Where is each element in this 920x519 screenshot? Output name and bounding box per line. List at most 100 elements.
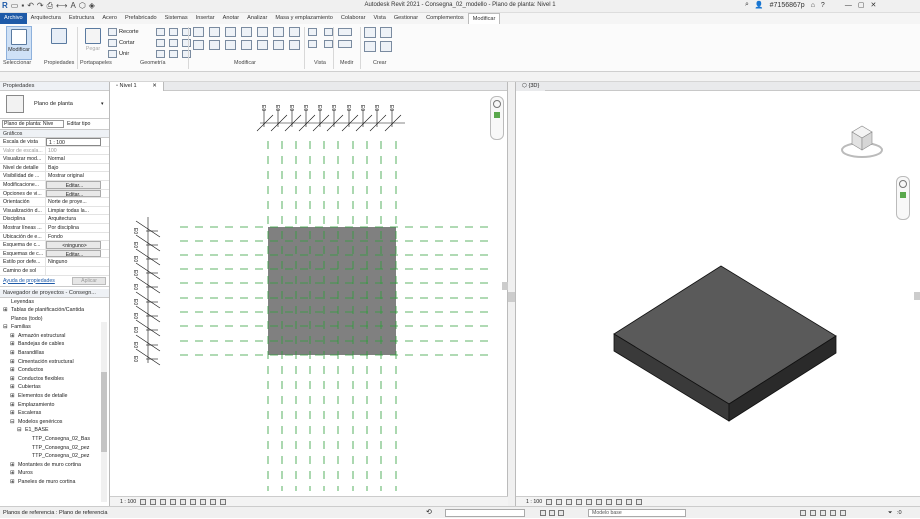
browser-item[interactable]: Planos (todo) — [0, 315, 109, 324]
offset-icon[interactable] — [209, 27, 220, 37]
copy-icon[interactable] — [209, 40, 220, 50]
property-value[interactable]: Ninguno — [46, 258, 109, 266]
edit-type-button[interactable]: Editar tipo — [67, 121, 90, 127]
view-tool-icon[interactable] — [308, 40, 317, 48]
plane-label[interactable]: E0 — [132, 327, 138, 333]
geom-tool-icon[interactable] — [156, 39, 165, 47]
browser-item[interactable]: ⊞ Conductos flexibles — [0, 375, 109, 384]
property-value[interactable]: Bajo — [46, 164, 109, 172]
detail-level-icon[interactable] — [546, 498, 553, 505]
override-icon[interactable] — [324, 28, 333, 36]
expand-icon[interactable]: ⊟ — [10, 418, 18, 427]
zoom-icon[interactable] — [494, 112, 500, 118]
select-underlay-icon[interactable] — [810, 510, 816, 516]
property-value[interactable]: Limpiar todas la... — [46, 207, 109, 215]
dimension-icon[interactable] — [338, 40, 352, 48]
move-icon[interactable] — [193, 40, 204, 50]
plane-label[interactable]: E0 — [359, 105, 365, 111]
worksets-icon[interactable] — [549, 510, 555, 516]
detail-level-icon[interactable] — [140, 498, 147, 505]
show-crop-icon[interactable] — [190, 498, 197, 505]
mirror-axis-icon[interactable] — [225, 27, 236, 37]
type-selector[interactable]: Plano de planta ▾ — [0, 91, 109, 119]
design-option-select[interactable]: Modelo base — [588, 509, 686, 517]
property-value[interactable]: 100 — [46, 147, 109, 155]
expand-icon[interactable]: ⊞ — [10, 401, 18, 410]
browser-item[interactable]: ⊟ E1_BASE — [0, 426, 109, 435]
property-value[interactable]: <ninguno> — [46, 241, 101, 249]
lock-icon[interactable] — [200, 498, 207, 505]
plane-label[interactable]: E0 — [373, 105, 379, 111]
design-options-icon[interactable] — [558, 510, 564, 516]
viewcube[interactable] — [838, 118, 886, 160]
plane-label[interactable]: E0 — [132, 242, 138, 248]
crop-icon[interactable] — [180, 498, 187, 505]
browser-item[interactable]: ⊞ Tablas de planificación/Cantida — [0, 306, 109, 315]
expand-icon[interactable]: ⊞ — [10, 469, 18, 478]
filter-icon[interactable]: ⏷ — [888, 507, 892, 519]
rotate-icon[interactable] — [225, 40, 236, 50]
property-value[interactable]: Editar... — [46, 249, 101, 258]
crop-icon[interactable] — [596, 498, 603, 505]
tab-vista[interactable]: Vista — [369, 13, 389, 24]
property-value[interactable] — [46, 267, 109, 275]
property-value[interactable]: Editar... — [46, 189, 101, 198]
browser-item[interactable]: ⊞ Barandillas — [0, 349, 109, 358]
geom-tool-icon[interactable] — [156, 50, 165, 58]
browser-item[interactable]: ⊞ Cimentación estructural — [0, 358, 109, 367]
tab-gestionar[interactable]: Gestionar — [390, 13, 422, 24]
browser-item[interactable]: ⊞ Elementos de detalle — [0, 392, 109, 401]
expand-icon[interactable]: ⊞ — [10, 383, 18, 392]
browser-item[interactable]: TTP_Consegna_02_pez — [0, 452, 109, 461]
3d-scale-label[interactable]: 1 : 100 — [526, 497, 542, 507]
plane-label[interactable]: E0 — [274, 105, 280, 111]
plane-label[interactable]: E0 — [345, 105, 351, 111]
reveal-icon[interactable] — [220, 498, 227, 505]
tab-masa-y-emplazamiento[interactable]: Masa y emplazamiento — [271, 13, 337, 24]
slab-top-face[interactable] — [613, 265, 837, 405]
shadows-icon[interactable] — [576, 498, 583, 505]
select-pinned-icon[interactable] — [820, 510, 826, 516]
browser-item[interactable]: ⊞ Paneles de muro cortina — [0, 478, 109, 487]
plane-label[interactable]: E0 — [388, 105, 394, 111]
hide-isolate-icon[interactable] — [626, 498, 633, 505]
scrollbar-thumb[interactable] — [101, 372, 107, 452]
visual-style-icon[interactable] — [556, 498, 563, 505]
property-value[interactable]: Arquitectura — [46, 215, 109, 223]
plane-label[interactable]: E0 — [330, 105, 336, 111]
browser-scrollbar[interactable] — [101, 322, 107, 502]
help-icon[interactable]: ? — [821, 2, 825, 9]
delete-icon[interactable] — [289, 40, 300, 50]
sun-path-icon[interactable] — [160, 498, 167, 505]
shadows-icon[interactable] — [170, 498, 177, 505]
select-by-face-icon[interactable] — [830, 510, 836, 516]
lock-icon[interactable] — [616, 498, 623, 505]
geom-tool-icon[interactable] — [169, 28, 178, 36]
browser-item[interactable]: ⊞ Conductos — [0, 366, 109, 375]
plane-label[interactable]: E0 — [132, 228, 138, 234]
property-value[interactable]: Normal — [46, 155, 109, 163]
browser-item[interactable]: ⊞ Muros — [0, 469, 109, 478]
geom-tool-icon[interactable] — [156, 28, 165, 36]
expand-icon[interactable]: ⊞ — [10, 409, 18, 418]
expand-icon[interactable]: ⊞ — [10, 478, 18, 487]
3d-view-tab[interactable]: ⬡ {3D} — [516, 82, 546, 91]
browser-item[interactable]: ⊞ Bandejas de cables — [0, 340, 109, 349]
expand-icon[interactable]: ⊞ — [10, 332, 18, 341]
geom-tool-icon[interactable] — [169, 50, 178, 58]
plane-label[interactable]: E0 — [288, 105, 294, 111]
expand-icon[interactable]: ⊟ — [17, 426, 25, 435]
expand-icon[interactable]: ⊞ — [10, 392, 18, 401]
zoom-icon[interactable] — [900, 192, 906, 198]
browser-item[interactable]: Leyendas — [0, 298, 109, 307]
user-icon[interactable]: 👤 — [755, 1, 764, 9]
geom-tool-icon[interactable] — [182, 50, 191, 58]
expand-icon[interactable]: ⊞ — [10, 366, 18, 375]
property-value[interactable]: Fondo — [46, 233, 109, 241]
plane-label[interactable]: E0 — [260, 105, 266, 111]
mirror-draw-icon[interactable] — [241, 27, 252, 37]
expand-icon[interactable]: ⊟ — [3, 323, 11, 332]
render-icon[interactable] — [586, 498, 593, 505]
drag-elements-icon[interactable] — [840, 510, 846, 516]
chevron-down-icon[interactable]: ▾ — [101, 101, 104, 107]
